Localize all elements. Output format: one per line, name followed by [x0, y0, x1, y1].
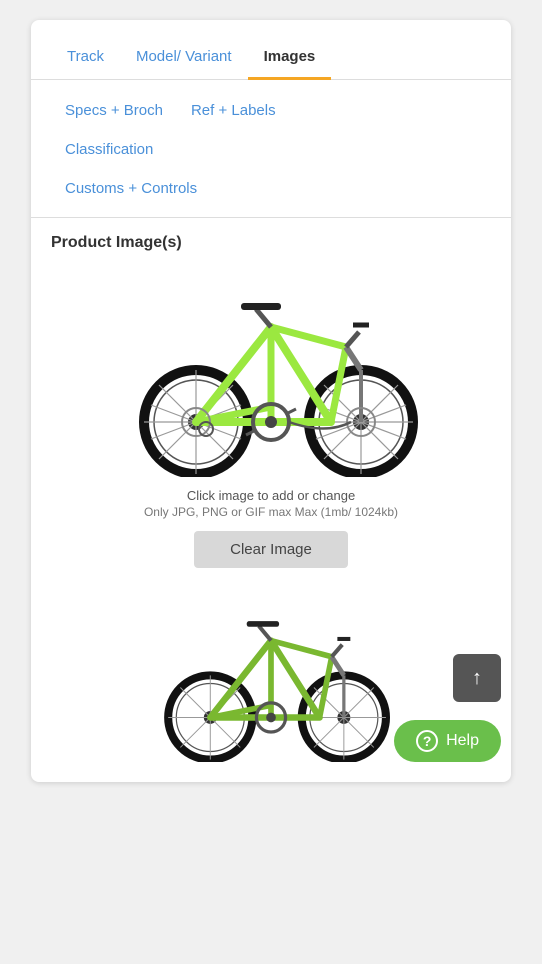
tabs-row1: Track Model/ Variant Images	[31, 20, 511, 80]
image-hint2: Only JPG, PNG or GIF max Max (1mb/ 1024k…	[144, 505, 398, 519]
tab-ref-labels[interactable]: Ref + Labels	[177, 94, 290, 129]
tabs-row4: Customs + Controls	[31, 168, 511, 218]
help-circle-icon: ?	[416, 730, 438, 752]
product-image-1[interactable]	[91, 262, 451, 482]
main-card: Track Model/ Variant Images Specs + Broc…	[31, 20, 511, 782]
chevron-up-icon: ↑	[472, 667, 482, 690]
scroll-top-button[interactable]: ↑	[453, 654, 501, 702]
tabs-row2: Specs + Broch Ref + Labels	[31, 80, 511, 129]
image-area: Click image to add or change Only JPG, P…	[31, 262, 511, 762]
tab-images[interactable]: Images	[248, 38, 332, 80]
image-hint: Click image to add or change	[187, 488, 355, 503]
tabs-row3: Classification	[31, 129, 511, 168]
bike-svg-1	[111, 267, 431, 477]
help-label: Help	[446, 732, 479, 750]
section-title: Product Image(s)	[31, 218, 511, 262]
tab-specs-broch[interactable]: Specs + Broch	[51, 94, 177, 129]
tab-customs-controls[interactable]: Customs + Controls	[51, 172, 211, 207]
tab-classification[interactable]: Classification	[51, 133, 167, 168]
tab-track[interactable]: Track	[51, 38, 120, 80]
clear-image-button[interactable]: Clear Image	[194, 531, 348, 568]
help-button[interactable]: ? Help	[394, 720, 501, 762]
bike-svg-2	[111, 592, 431, 762]
tab-model-variant[interactable]: Model/ Variant	[120, 38, 248, 80]
